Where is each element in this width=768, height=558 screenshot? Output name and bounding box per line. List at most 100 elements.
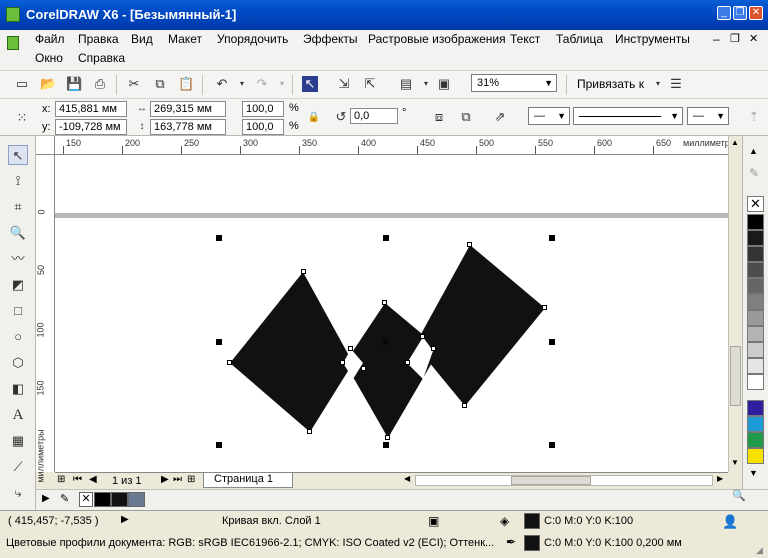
rotation-field[interactable]: 0,0 — [350, 108, 398, 124]
color-swatch[interactable] — [747, 214, 764, 230]
scale-height-field[interactable]: 100,0 — [242, 119, 284, 135]
first-page-icon[interactable]: ⏮ — [73, 474, 82, 485]
selection-handle[interactable] — [216, 235, 222, 241]
zoom-navigator-icon[interactable]: 🔍 — [732, 489, 746, 502]
mirror-horizontal-icon[interactable]: ⧈ — [431, 109, 447, 125]
scroll-right-icon[interactable]: ▶ — [717, 474, 723, 483]
doc-color-swatch[interactable] — [94, 492, 111, 507]
zoom-level-select[interactable]: 31% ▼ — [471, 74, 557, 92]
start-arrow-select[interactable]: — ▼ — [528, 107, 570, 125]
rectangle-tool-icon[interactable]: □ — [8, 301, 28, 321]
selection-handle[interactable] — [383, 235, 389, 241]
end-arrow-select[interactable]: — ▼ — [687, 107, 729, 125]
resize-grip-icon[interactable]: ◢ — [756, 545, 763, 556]
vertical-scroll-thumb[interactable] — [730, 346, 741, 406]
print-icon[interactable]: ⎙ — [92, 76, 108, 92]
object-origin-icon[interactable]: ⁙ — [14, 110, 30, 126]
doc-color-swatch[interactable] — [128, 492, 145, 507]
palette-play-icon[interactable]: ▶ — [42, 493, 50, 504]
vertical-ruler[interactable]: 0 50 100 150 миллиметры — [36, 155, 55, 483]
path-node[interactable] — [361, 366, 366, 371]
options-icon[interactable]: ☰ — [668, 76, 684, 92]
undo-dropdown-icon[interactable]: ▾ — [234, 76, 250, 92]
add-page-before-icon[interactable]: ⊞ — [57, 474, 65, 485]
color-swatch[interactable] — [747, 432, 764, 448]
search-content-icon[interactable]: ↖ — [302, 76, 318, 92]
selection-handle[interactable] — [549, 235, 555, 241]
new-document-icon[interactable]: ▭ — [14, 76, 30, 92]
path-node[interactable] — [385, 435, 390, 440]
vertical-scrollbar[interactable]: ▲ ▼ — [728, 136, 742, 472]
connector-tool-icon[interactable]: ⤷ — [8, 483, 28, 503]
doc-no-color-swatch[interactable]: ✕ — [79, 492, 93, 507]
path-node[interactable] — [307, 429, 312, 434]
export-icon[interactable]: ⇱ — [362, 76, 378, 92]
menu-tools[interactable]: Инструменты — [615, 30, 690, 48]
polygon-tool-icon[interactable]: ⬡ — [8, 353, 28, 373]
path-node[interactable] — [431, 346, 436, 351]
menu-effects[interactable]: Эффекты — [303, 30, 358, 48]
scroll-down-icon[interactable]: ▼ — [731, 458, 739, 467]
path-node[interactable] — [227, 360, 232, 365]
doc-minimize-icon[interactable]: – — [713, 32, 720, 46]
add-page-after-icon[interactable]: ⊞ — [187, 474, 195, 485]
color-swatch[interactable] — [747, 416, 764, 432]
quick-trace-icon[interactable]: ⇗ — [492, 109, 508, 125]
open-folder-icon[interactable]: 📂 — [40, 76, 56, 92]
selection-handle[interactable] — [216, 339, 222, 345]
menu-text[interactable]: Текст — [510, 30, 540, 48]
center-marker-icon[interactable]: ✕ — [381, 336, 390, 349]
selection-handle[interactable] — [549, 442, 555, 448]
ellipse-tool-icon[interactable]: ○ — [8, 327, 28, 347]
menu-arrange[interactable]: Упорядочить — [217, 30, 288, 48]
user-icon[interactable]: 👤 — [722, 514, 738, 530]
y-position-field[interactable]: -109,728 мм — [55, 119, 127, 135]
publish-dropdown-icon[interactable]: ▾ — [418, 76, 434, 92]
path-node[interactable] — [405, 360, 410, 365]
width-field[interactable]: 269,315 мм — [150, 101, 226, 117]
smart-fill-tool-icon[interactable]: ◩ — [8, 275, 28, 295]
color-swatch[interactable] — [747, 262, 764, 278]
ruler-corner[interactable] — [36, 136, 55, 155]
table-tool-icon[interactable]: ▦ — [8, 431, 28, 451]
doc-restore-icon[interactable]: ❐ — [730, 32, 740, 45]
doc-color-swatch[interactable] — [111, 492, 128, 507]
doc-eyedropper-icon[interactable]: ✎ — [60, 492, 69, 505]
path-node[interactable] — [420, 334, 425, 339]
menu-layout[interactable]: Макет — [168, 30, 202, 48]
lock-ratio-icon[interactable]: 🔒 — [306, 110, 322, 126]
fill-color-swatch[interactable] — [524, 513, 540, 529]
menu-table[interactable]: Таблица — [556, 30, 603, 48]
path-node[interactable] — [462, 403, 467, 408]
color-swatch[interactable] — [747, 448, 764, 464]
snap-to-button[interactable]: Привязать к — [577, 77, 644, 91]
horizontal-ruler[interactable]: 150 200 250 300 350 400 450 500 550 600 … — [55, 136, 736, 155]
selection-handle[interactable] — [549, 339, 555, 345]
color-swatch[interactable] — [747, 278, 764, 294]
path-node[interactable] — [348, 346, 353, 351]
menu-file[interactable]: Файл — [35, 30, 65, 48]
save-icon[interactable]: 💾 — [66, 76, 82, 92]
horizontal-scroll-track[interactable] — [415, 475, 713, 486]
color-swatch[interactable] — [747, 246, 764, 262]
right-diamond-shape[interactable] — [415, 245, 545, 406]
close-icon[interactable]: ✕ — [749, 6, 763, 20]
next-page-icon[interactable]: ▶ — [161, 474, 169, 485]
copy-icon[interactable]: ⧉ — [152, 76, 168, 92]
menu-view[interactable]: Вид — [131, 30, 153, 48]
snap-dropdown-icon[interactable]: ▾ — [650, 76, 666, 92]
basic-shapes-tool-icon[interactable]: ◧ — [8, 379, 28, 399]
left-diamond-shape[interactable] — [230, 272, 353, 432]
document-color-profiles[interactable]: Цветовые профили документа: RGB: sRGB IE… — [6, 537, 494, 549]
restore-icon[interactable]: ❐ — [733, 6, 747, 20]
path-node[interactable] — [382, 300, 387, 305]
doc-close-icon[interactable]: ✕ — [749, 32, 758, 45]
selection-handle[interactable] — [383, 442, 389, 448]
color-swatch[interactable] — [747, 230, 764, 246]
menu-edit[interactable]: Правка — [78, 30, 119, 48]
path-node[interactable] — [467, 242, 472, 247]
zoom-tool-icon[interactable]: 🔍 — [8, 223, 28, 243]
mirror-vertical-icon[interactable]: ⧉ — [458, 109, 474, 125]
color-proof-icon[interactable]: ▣ — [428, 514, 439, 528]
publish-pdf-icon[interactable]: ▤ — [398, 76, 414, 92]
